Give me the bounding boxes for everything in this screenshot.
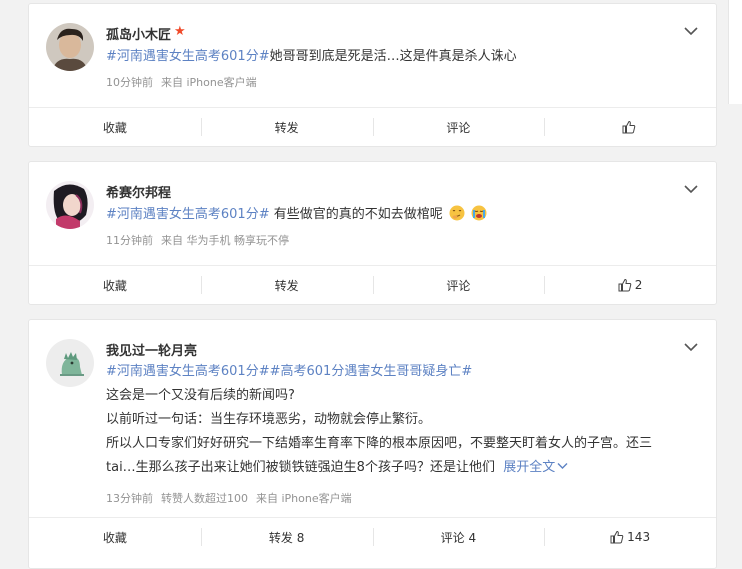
post-time[interactable]: 13分钟前 [106,492,153,505]
topic-tag[interactable]: #河南遇害女生高考601分# [106,364,270,379]
expand-full-text-link[interactable]: 展开全文 [503,460,568,475]
comment-button[interactable]: 评论 4 [372,518,545,556]
forward-button[interactable]: 转发 [200,108,373,146]
chevron-down-icon[interactable] [684,184,698,194]
thumbs-up-icon [618,278,632,292]
weibo-card-2: 希赛尔邦程 #河南遇害女生高考601分# 有些做官的真的不如去做棺呢 11分钟前… [28,161,717,305]
post-text: #河南遇害女生高考601分#她哥哥到底是死是活…这是件真是杀人诛心 [106,49,517,64]
forward-button[interactable]: 转发 8 [200,518,373,556]
repost-threshold: 转赞人数超过100 [161,492,248,505]
post-line: 以前听过一句话：当生存环境恶劣，动物就会停止繁衍。 [106,412,432,427]
smirk-emoji-icon [449,205,465,221]
post-source: 来自 华为手机 畅享玩不停 [161,234,289,247]
post-text: #河南遇害女生高考601分# 有些做官的真的不如去做棺呢 [106,203,696,227]
username[interactable]: 我见过一轮月亮 [106,340,197,359]
topic-tag[interactable]: #高考601分遇害女生哥哥疑身亡# [270,364,473,379]
post-source: 来自 iPhone客户端 [161,76,257,89]
collect-button[interactable]: 收藏 [29,266,201,304]
like-count: 143 [627,530,651,544]
post-time[interactable]: 11分钟前 [106,234,153,247]
chevron-down-icon [557,463,568,469]
forward-button[interactable]: 转发 [200,266,373,304]
action-bar: 收藏 转发 8 评论 4 143 [29,517,716,556]
chevron-down-icon[interactable] [684,342,698,352]
thumbs-up-icon [622,120,635,134]
side-panel-edge [728,0,742,104]
username[interactable]: 希赛尔邦程 [106,182,171,201]
post-time[interactable]: 10分钟前 [106,76,153,89]
post-meta: 11分钟前 来自 华为手机 畅享玩不停 [106,232,289,248]
avatar[interactable] [46,339,94,387]
topic-tag[interactable]: #河南遇害女生高考601分# [106,207,270,222]
action-bar: 收藏 转发 评论 [29,107,716,146]
post-line: 这会是一个又没有后续的新闻吗? [106,388,295,403]
post-line: 所以人口专家们好好研究一下结婚率生育率下降的根本原因吧，不要整天盯着女人的子宫。… [106,436,653,451]
post-meta: 13分钟前 转赞人数超过100 来自 iPhone客户端 [106,490,352,506]
like-count: 2 [634,278,643,292]
username[interactable]: 孤岛小木匠 ★ [106,24,186,43]
post-line: tai…生那么孩子出来让她们被锁铁链强迫生8个孩子吗？还是让他们 展开全文 [106,456,696,480]
post-source: 来自 iPhone客户端 [256,492,352,505]
post-text: #河南遇害女生高考601分##高考601分遇害女生哥哥疑身亡# 这会是一个又没有… [106,360,696,480]
avatar[interactable] [46,23,94,71]
vip-star-icon: ★ [174,24,186,39]
like-button[interactable] [544,108,716,146]
collect-button[interactable]: 收藏 [29,518,201,556]
weibo-card-1: 孤岛小木匠 ★ #河南遇害女生高考601分#她哥哥到底是死是活…这是件真是杀人诛心… [28,3,717,147]
chevron-down-icon[interactable] [684,26,698,36]
topic-tag[interactable]: #河南遇害女生高考601分# [106,49,270,64]
action-bar: 收藏 转发 评论 2 [29,265,716,304]
weibo-card-3: 我见过一轮月亮 #河南遇害女生高考601分##高考601分遇害女生哥哥疑身亡# … [28,319,717,569]
comment-button[interactable]: 评论 [372,108,545,146]
thumbs-up-icon [610,530,624,544]
like-button[interactable]: 2 [544,266,716,304]
avatar[interactable] [46,181,94,229]
collect-button[interactable]: 收藏 [29,108,201,146]
comment-button[interactable]: 评论 [372,266,545,304]
crying-emoji-icon [471,205,487,221]
post-meta: 10分钟前 来自 iPhone客户端 [106,74,257,90]
like-button[interactable]: 143 [544,518,716,556]
